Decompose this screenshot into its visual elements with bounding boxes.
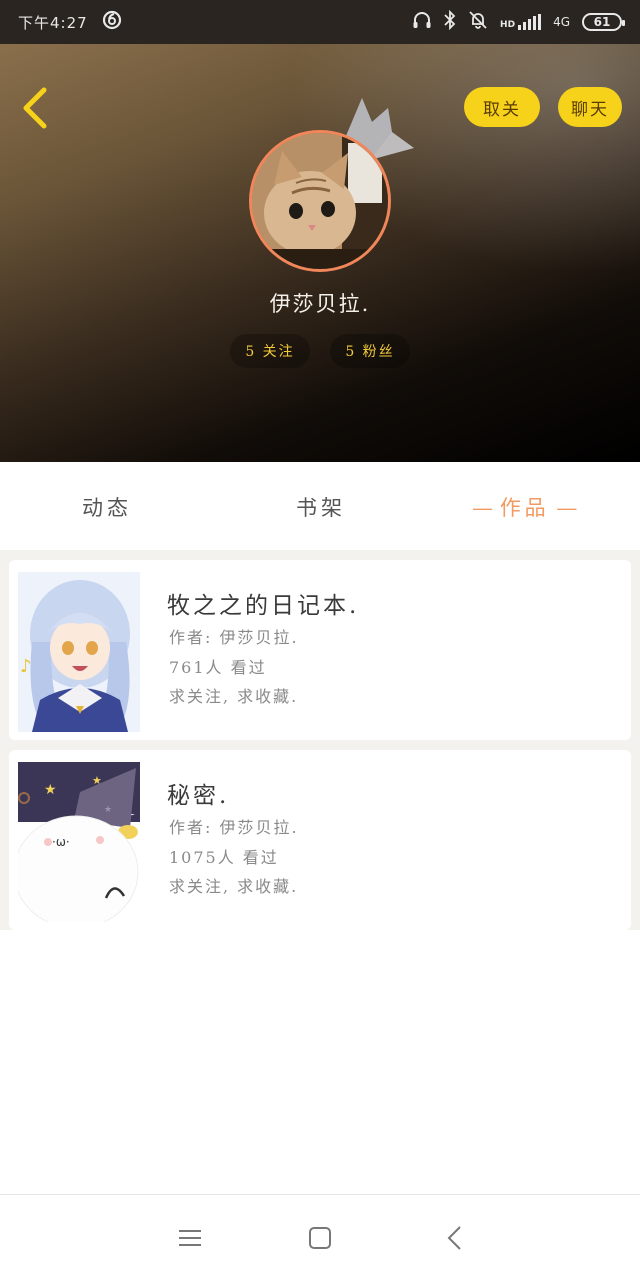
- tab-active-dash-right: —: [549, 496, 578, 520]
- profile-tabs: 动态 书架 — 作品 —: [0, 462, 640, 550]
- tab-works[interactable]: — 作品 —: [472, 492, 577, 522]
- book-author: 作者: 伊莎贝拉.: [169, 628, 299, 647]
- mute-bell-icon: [468, 10, 488, 34]
- book-title: 牧之之的日记本.: [167, 593, 360, 619]
- svg-text:♪: ♪: [20, 656, 32, 677]
- nav-back-button[interactable]: [440, 1223, 470, 1253]
- anime-girl-cover: ♪: [18, 572, 140, 732]
- fans-count[interactable]: 5 粉丝: [330, 334, 410, 368]
- system-nav-bar: [0, 1194, 640, 1281]
- tab-dynamics[interactable]: 动态: [82, 492, 132, 522]
- book-cover-image: ★ ★ ★ ·ω·: [18, 762, 140, 922]
- book-note: 求关注, 求收藏.: [169, 687, 299, 706]
- book-views: 761人 看过: [169, 658, 267, 677]
- home-icon: [309, 1227, 331, 1249]
- book-title: 秘密.: [167, 783, 230, 809]
- back-button[interactable]: [18, 86, 54, 130]
- bluetooth-icon: [444, 9, 456, 34]
- battery-level: 61: [593, 15, 611, 29]
- tab-works-label: 作品: [499, 496, 550, 520]
- svg-text:·ω·: ·ω·: [52, 835, 70, 849]
- profile-header: 取关 聊天 伊莎贝拉. 5 关注 5 粉丝: [0, 44, 640, 462]
- battery-indicator: 61: [582, 13, 625, 31]
- work-card[interactable]: ♪ 牧之之的日记本. 作者: 伊莎贝拉. 761人 看过 求关注, 求收藏.: [9, 560, 631, 740]
- music-app-icon: [102, 10, 122, 35]
- hd-signal-icon: HD: [500, 14, 542, 30]
- tab-active-dash-left: —: [472, 496, 500, 520]
- book-note: 求关注, 求收藏.: [169, 877, 299, 896]
- following-count[interactable]: 5 关注: [230, 334, 310, 368]
- tab-bookshelf[interactable]: 书架: [296, 492, 346, 522]
- chevron-left-icon: [23, 87, 47, 129]
- home-button[interactable]: [305, 1223, 335, 1253]
- menu-button[interactable]: [175, 1223, 205, 1253]
- back-icon: [447, 1226, 461, 1250]
- svg-text:★: ★: [104, 805, 112, 815]
- cat-avatar-image: [252, 133, 388, 269]
- book-cover-image: ♪: [18, 572, 140, 732]
- book-views: 1075人 看过: [169, 848, 279, 867]
- headphones-icon: [412, 11, 432, 33]
- menu-icon: [179, 1230, 201, 1246]
- ghost-witch-cover: ★ ★ ★ ·ω·: [18, 762, 140, 922]
- svg-text:★: ★: [44, 782, 57, 798]
- unfollow-button[interactable]: 取关: [464, 87, 540, 127]
- avatar[interactable]: [249, 130, 391, 272]
- work-card[interactable]: ★ ★ ★ ·ω· 秘密. 作者: 伊莎贝拉. 1075人 看过 求关注, 求收…: [9, 750, 631, 930]
- hd-label: HD: [500, 20, 516, 30]
- chat-button[interactable]: 聊天: [558, 87, 622, 127]
- status-bar: 下午4:27 HD 4G 61: [0, 0, 640, 44]
- network-type: 4G: [553, 15, 570, 29]
- username: 伊莎贝拉.: [269, 292, 371, 316]
- status-time: 下午4:27: [18, 13, 88, 32]
- book-author: 作者: 伊莎贝拉.: [169, 818, 299, 837]
